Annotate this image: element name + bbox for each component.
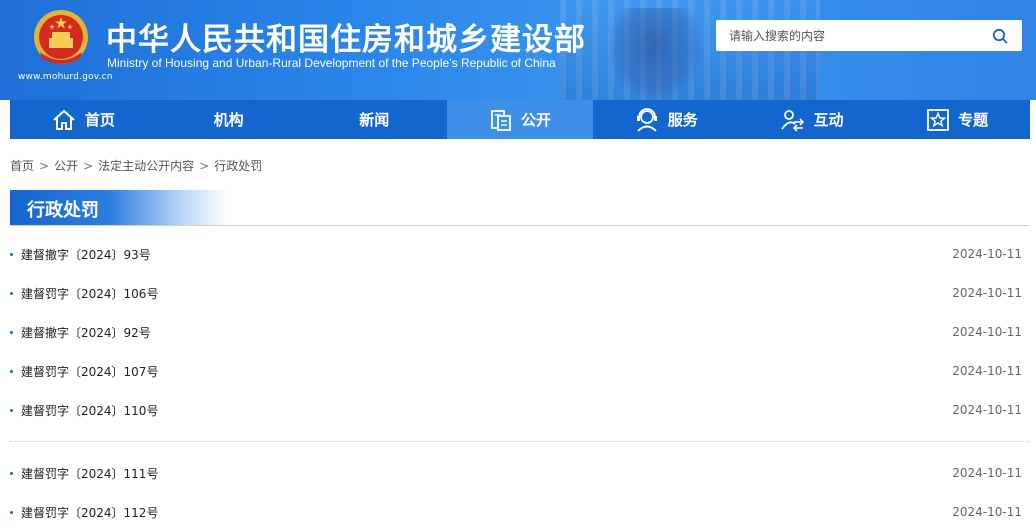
list-item[interactable]: 建督罚字〔2024〕112号 2024-10-11: [10, 502, 1022, 522]
breadcrumb-home[interactable]: 首页: [10, 159, 34, 173]
bullet-icon: [10, 510, 13, 514]
list-item-title[interactable]: 建督罚字〔2024〕112号: [10, 504, 158, 521]
list-item-date: 2024-10-11: [952, 466, 1022, 480]
breadcrumb-statutory[interactable]: 法定主动公开内容: [98, 159, 194, 173]
list-item-date: 2024-10-11: [952, 403, 1022, 417]
list-item-title-text: 建督罚字〔2024〕107号: [21, 364, 159, 379]
bullet-icon: [10, 330, 13, 334]
list-item[interactable]: 建督罚字〔2024〕106号 2024-10-11: [10, 283, 1022, 303]
breadcrumb-current[interactable]: 行政处罚: [214, 159, 262, 173]
list-item-title[interactable]: 建督撤字〔2024〕92号: [10, 324, 151, 341]
nav-item-label: 服务: [667, 111, 698, 129]
nav-item-label: 机构: [213, 111, 244, 129]
list-item-title[interactable]: 建督罚字〔2024〕110号: [10, 402, 158, 419]
search-input[interactable]: [716, 20, 978, 51]
nav-item-topics[interactable]: 专题: [884, 100, 1030, 139]
section-underline: [10, 225, 1030, 226]
site-header: www.mohurd.gov.cn 中华人民共和国住房和城乡建设部 Minist…: [0, 0, 1036, 100]
section-header: 行政处罚: [10, 190, 230, 225]
nav-item-label: 公开: [521, 111, 552, 129]
bullet-icon: [10, 291, 13, 295]
list-item-title[interactable]: 建督罚字〔2024〕107号: [10, 363, 158, 380]
interaction-icon: [781, 109, 805, 132]
list-item[interactable]: 建督罚字〔2024〕111号 2024-10-11: [10, 463, 1022, 483]
nav-item-interaction[interactable]: 互动: [739, 100, 885, 139]
bullet-icon: [10, 252, 13, 256]
search-box: [716, 20, 1022, 51]
list-item-title-text: 建督撤字〔2024〕93号: [21, 247, 151, 262]
list-item-title-text: 建督罚字〔2024〕106号: [21, 286, 159, 301]
list-item-title[interactable]: 建督罚字〔2024〕106号: [10, 285, 158, 302]
nav-item-home[interactable]: 首页: [10, 100, 156, 139]
list-item[interactable]: 建督撤字〔2024〕93号 2024-10-11: [10, 244, 1022, 264]
breadcrumb-separator: >: [83, 159, 94, 173]
bullet-icon: [10, 408, 13, 412]
list-item-title-text: 建督罚字〔2024〕111号: [21, 466, 159, 481]
breadcrumb-public[interactable]: 公开: [54, 159, 78, 173]
breadcrumb: 首页 > 公开 > 法定主动公开内容 > 行政处罚: [10, 157, 262, 174]
site-title: 中华人民共和国住房和城乡建设部: [106, 22, 586, 58]
search-button[interactable]: [978, 20, 1022, 51]
list-item[interactable]: 建督罚字〔2024〕110号 2024-10-11: [10, 400, 1022, 420]
main-nav: 首页 机构 新闻 公开 服务 互动 专题: [10, 100, 1030, 139]
nav-item-label: 首页: [84, 111, 115, 129]
search-icon: [992, 28, 1008, 43]
bullet-icon: [10, 369, 13, 373]
site-url: www.mohurd.gov.cn: [18, 72, 113, 82]
breadcrumb-separator: >: [199, 159, 210, 173]
list-item-title[interactable]: 建督撤字〔2024〕93号: [10, 246, 151, 263]
bullet-icon: [10, 471, 13, 475]
list-item-title-text: 建督撤字〔2024〕92号: [21, 325, 151, 340]
list-item-title-text: 建督罚字〔2024〕110号: [21, 403, 159, 418]
list-item[interactable]: 建督罚字〔2024〕107号 2024-10-11: [10, 361, 1022, 381]
list-item-date: 2024-10-11: [952, 247, 1022, 261]
nav-item-news[interactable]: 新闻: [301, 100, 447, 139]
nav-item-service[interactable]: 服务: [593, 100, 739, 139]
list-item[interactable]: 建督撤字〔2024〕92号 2024-10-11: [10, 322, 1022, 342]
nav-item-organization[interactable]: 机构: [156, 100, 302, 139]
list-item-date: 2024-10-11: [952, 364, 1022, 378]
list-item-date: 2024-10-11: [952, 505, 1022, 519]
section-title: 行政处罚: [27, 200, 99, 221]
nav-item-label: 专题: [958, 111, 989, 129]
list-group-divider: [10, 441, 1030, 442]
star-icon: [927, 108, 950, 131]
list-item-title[interactable]: 建督罚字〔2024〕111号: [10, 465, 158, 482]
document-icon: [491, 109, 511, 131]
list-item-title-text: 建督罚字〔2024〕112号: [21, 505, 159, 520]
home-icon: [53, 109, 75, 130]
service-icon: [636, 107, 657, 132]
list-item-date: 2024-10-11: [952, 286, 1022, 300]
header-tree-decoration: [610, 8, 700, 100]
breadcrumb-separator: >: [39, 159, 50, 173]
nav-item-label: 互动: [813, 111, 844, 129]
nav-item-label: 新闻: [359, 111, 390, 129]
nav-item-public[interactable]: 公开: [447, 100, 593, 139]
site-subtitle: Ministry of Housing and Urban-Rural Deve…: [107, 56, 556, 70]
national-emblem-icon: [34, 10, 88, 64]
list-item-date: 2024-10-11: [952, 325, 1022, 339]
